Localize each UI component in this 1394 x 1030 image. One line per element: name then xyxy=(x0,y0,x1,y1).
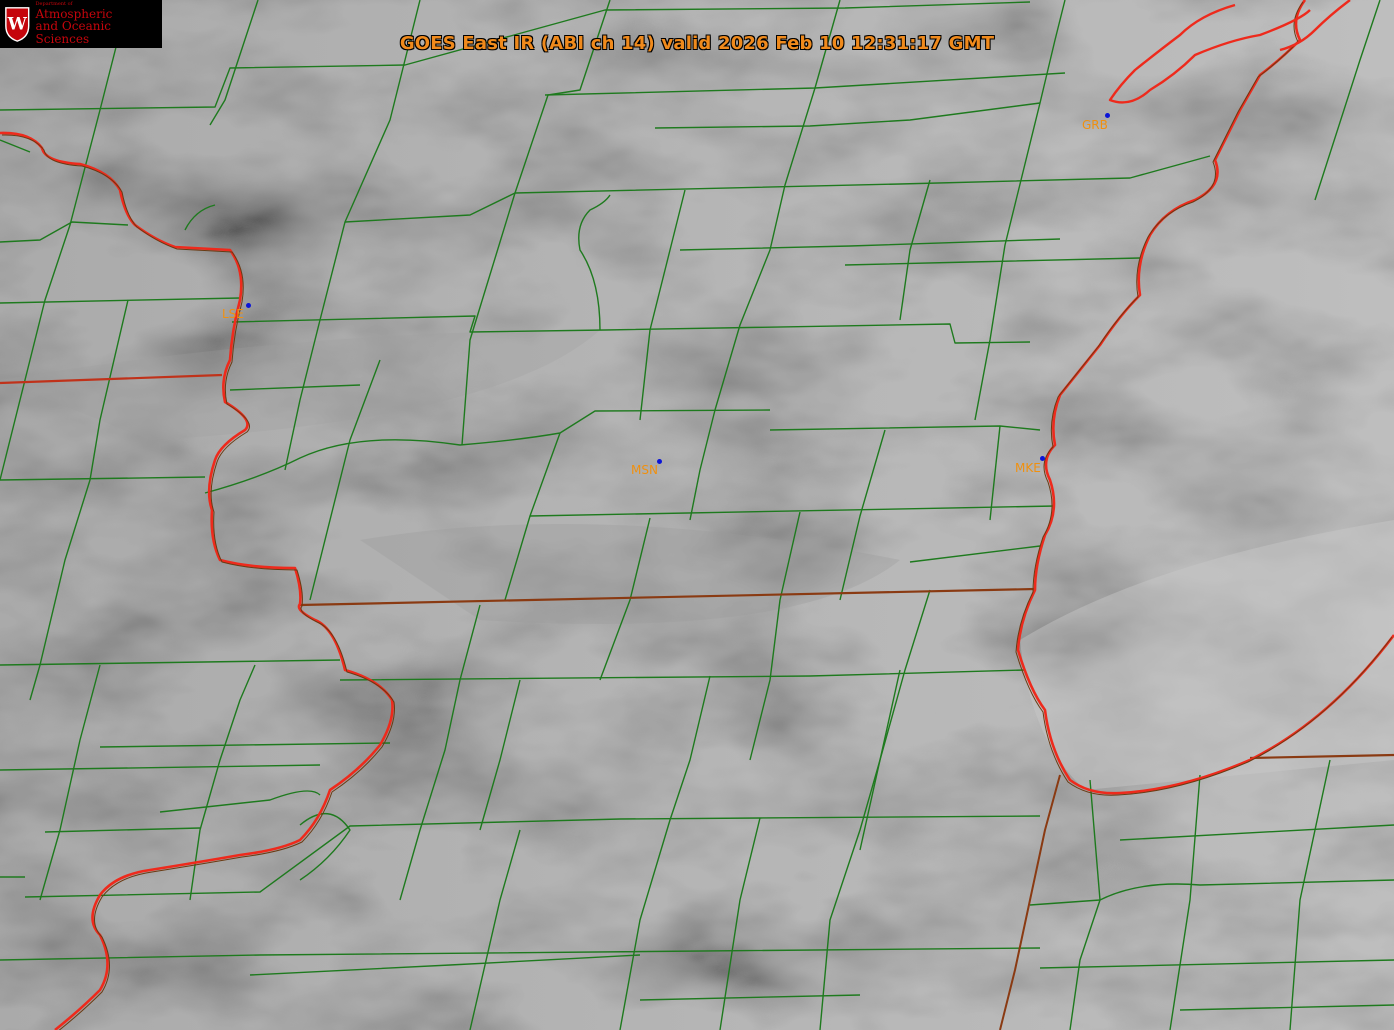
station-label-mke: MKE xyxy=(1015,461,1041,475)
svg-text:W: W xyxy=(7,15,28,35)
station-label-msn: MSN xyxy=(631,463,658,477)
station-dot-lse xyxy=(246,303,251,308)
station-label-lse: LSE xyxy=(222,307,244,321)
station-label-grb: GRB xyxy=(1082,118,1108,132)
image-title: GOES East IR (ABI ch 14) valid 2026 Feb … xyxy=(399,33,995,54)
satellite-map xyxy=(0,0,1394,1030)
